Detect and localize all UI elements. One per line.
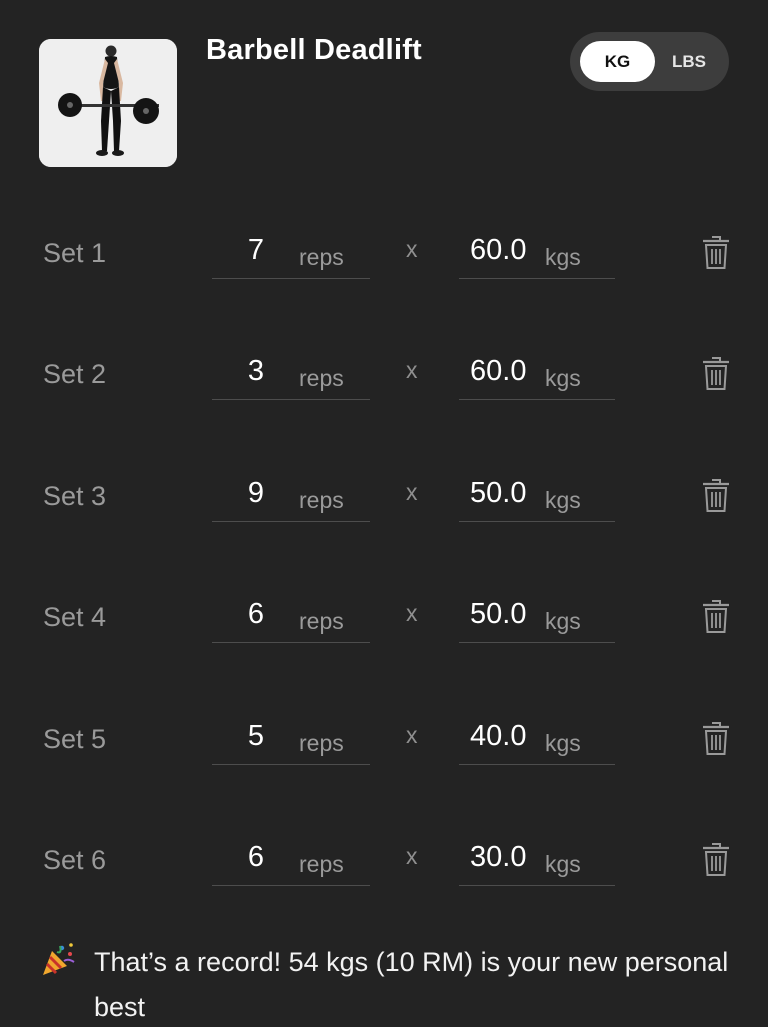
exercise-title: Barbell Deadlift <box>206 34 422 66</box>
set-label: Set 1 <box>43 238 107 268</box>
reps-unit-label: reps <box>299 365 344 392</box>
weight-unit-label: kgs <box>545 608 581 635</box>
set-label: Set 3 <box>43 480 107 511</box>
weight-unit-label: kgs <box>545 486 581 513</box>
reps-unit-label: reps <box>299 244 344 270</box>
times-symbol: x <box>406 600 418 627</box>
weight-value[interactable]: 50.0 <box>470 598 526 631</box>
delete-set-button[interactable] <box>701 721 731 757</box>
weight-input[interactable]: 30.0 kgs <box>459 829 615 886</box>
delete-set-button[interactable] <box>701 356 731 392</box>
set-label: Set 2 <box>43 359 107 390</box>
trash-icon <box>703 842 729 876</box>
weight-input[interactable]: 60.0 kgs <box>459 222 615 279</box>
trash-icon <box>703 721 729 755</box>
trash-icon <box>703 236 729 269</box>
reps-input[interactable]: 9 reps <box>212 465 370 522</box>
times-symbol: x <box>406 478 418 505</box>
weight-input[interactable]: 50.0 kgs <box>459 586 615 644</box>
weight-unit-label: kgs <box>545 729 581 756</box>
reps-value[interactable]: 5 <box>212 720 300 753</box>
party-popper-icon <box>40 942 76 978</box>
times-symbol: x <box>406 236 418 262</box>
reps-unit-label: reps <box>299 729 344 756</box>
delete-set-button[interactable] <box>701 235 731 271</box>
reps-value[interactable]: 9 <box>212 477 300 510</box>
sets-list: Set 1 7 reps x 60.0 kgs Set 2 3 reps x 6… <box>0 218 768 946</box>
weight-input[interactable]: 50.0 kgs <box>459 465 615 522</box>
weight-unit-label: kgs <box>545 365 581 392</box>
trash-icon <box>703 357 729 391</box>
times-symbol: x <box>406 842 418 869</box>
reps-input[interactable]: 7 reps <box>212 222 370 279</box>
unit-kg-option[interactable]: KG <box>580 41 655 82</box>
times-symbol: x <box>406 721 418 748</box>
trash-icon <box>703 478 729 512</box>
delete-set-button[interactable] <box>701 599 731 635</box>
set-row: Set 1 7 reps x 60.0 kgs <box>0 218 768 339</box>
set-row: Set 4 6 reps x 50.0 kgs <box>0 582 768 703</box>
unit-lbs-option[interactable]: LBS <box>654 41 724 82</box>
trash-icon <box>703 600 729 634</box>
delete-set-button[interactable] <box>701 842 731 878</box>
set-row: Set 6 6 reps x 30.0 kgs <box>0 825 768 946</box>
set-label: Set 5 <box>43 723 107 754</box>
unit-toggle[interactable]: KG LBS <box>570 32 729 91</box>
set-label: Set 6 <box>43 844 107 875</box>
weight-value[interactable]: 60.0 <box>470 355 526 388</box>
set-row: Set 5 5 reps x 40.0 kgs <box>0 704 768 825</box>
workout-page: Barbell Deadlift KG LBS Set 1 7 reps x 6… <box>0 0 768 1027</box>
reps-value[interactable]: 6 <box>212 598 300 631</box>
reps-input[interactable]: 6 reps <box>212 586 370 644</box>
reps-input[interactable]: 5 reps <box>212 708 370 765</box>
exercise-thumbnail[interactable] <box>39 39 177 167</box>
record-message: That’s a record! 54 kgs (10 RM) is your … <box>94 947 729 1022</box>
set-row: Set 2 3 reps x 60.0 kgs <box>0 339 768 460</box>
reps-value[interactable]: 3 <box>212 355 300 388</box>
weight-value[interactable]: 50.0 <box>470 477 526 510</box>
reps-input[interactable]: 3 reps <box>212 343 370 401</box>
deadlift-illustration-icon <box>39 39 177 167</box>
weight-input[interactable]: 60.0 kgs <box>459 343 615 401</box>
reps-unit-label: reps <box>299 850 344 877</box>
weight-value[interactable]: 40.0 <box>470 720 526 753</box>
weight-unit-label: kgs <box>545 850 581 877</box>
set-label: Set 4 <box>43 602 107 633</box>
times-symbol: x <box>406 357 418 384</box>
weight-value[interactable]: 60.0 <box>470 234 526 267</box>
delete-set-button[interactable] <box>701 478 731 514</box>
weight-unit-label: kgs <box>545 244 581 270</box>
weight-input[interactable]: 40.0 kgs <box>459 708 615 765</box>
reps-input[interactable]: 6 reps <box>212 829 370 886</box>
set-row: Set 3 9 reps x 50.0 kgs <box>0 461 768 582</box>
reps-value[interactable]: 6 <box>212 841 300 874</box>
reps-unit-label: reps <box>299 486 344 513</box>
weight-value[interactable]: 30.0 <box>470 841 526 874</box>
reps-unit-label: reps <box>299 608 344 635</box>
reps-value[interactable]: 7 <box>212 234 300 267</box>
